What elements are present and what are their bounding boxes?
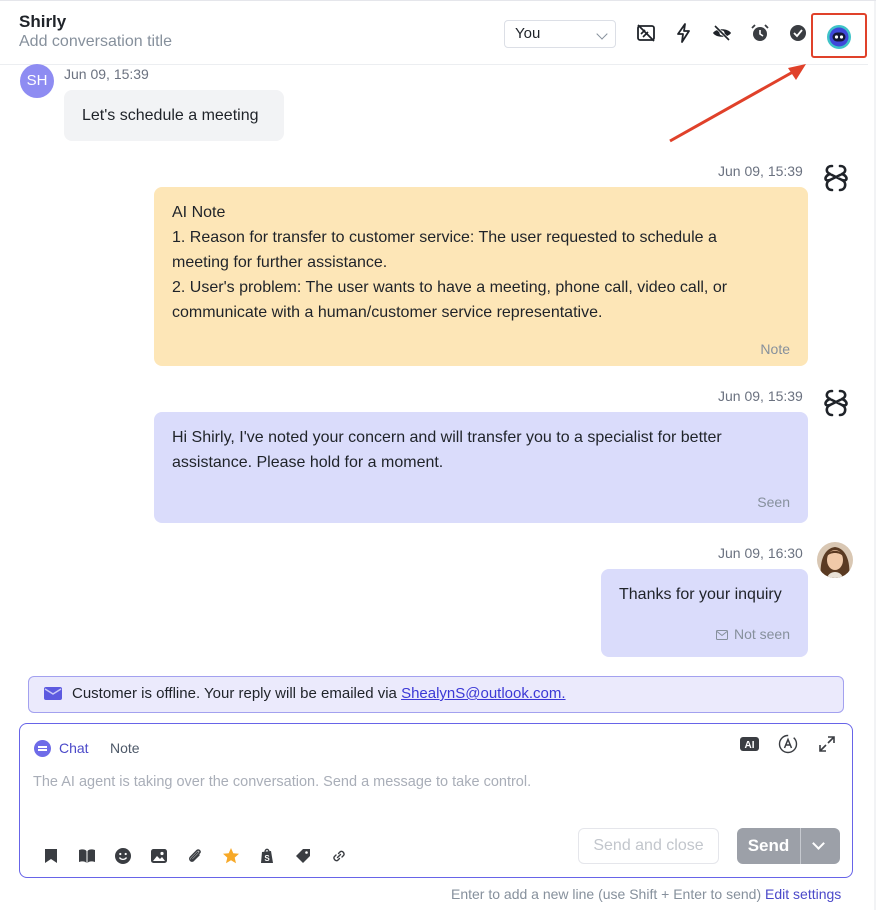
- hint-text: Enter to add a new line (use Shift + Ent…: [451, 886, 766, 902]
- agent-photo-icon: [817, 542, 853, 578]
- mail-icon: [715, 630, 728, 640]
- conversation-title-input[interactable]: Add conversation title: [19, 33, 172, 51]
- auto-translate-icon[interactable]: [778, 734, 798, 754]
- emoji-icon[interactable]: [114, 847, 132, 865]
- attachment-icon[interactable]: [186, 847, 204, 865]
- brand-logo-icon: [824, 389, 848, 417]
- saved-reply-icon[interactable]: [42, 847, 60, 865]
- shopify-icon[interactable]: S: [258, 847, 276, 865]
- message-text: Thanks for your inquiry: [619, 586, 782, 603]
- send-button[interactable]: Send: [737, 828, 800, 864]
- message-text: Let's schedule a meeting: [82, 107, 259, 124]
- tag-icon[interactable]: [294, 847, 312, 865]
- banner-text: Customer is offline. Your reply will be …: [72, 685, 402, 702]
- message-timestamp: Jun 09, 15:39: [64, 66, 149, 82]
- note-line: 1. Reason for transfer to customer servi…: [172, 229, 717, 246]
- chevron-down-icon: [596, 28, 608, 40]
- ai-badge-text: AI: [745, 740, 755, 751]
- image-icon[interactable]: [150, 847, 168, 865]
- keyboard-hint: Enter to add a new line (use Shift + Ent…: [451, 886, 841, 902]
- assignee-select[interactable]: You: [504, 20, 616, 48]
- ai-agent-toggle[interactable]: [811, 13, 867, 58]
- star-icon[interactable]: [222, 847, 240, 865]
- link-icon[interactable]: [330, 847, 348, 865]
- read-status: Seen: [757, 494, 790, 510]
- offline-banner: Customer is offline. Your reply will be …: [28, 676, 844, 713]
- brand-logo-icon: [824, 164, 848, 192]
- send-button-group: Send: [737, 828, 840, 864]
- send-options-chevron-icon[interactable]: [812, 837, 825, 850]
- ai-assist-icon[interactable]: AI: [740, 736, 760, 752]
- ai-bot-icon: [827, 25, 851, 49]
- note-tag: Note: [760, 341, 790, 357]
- chat-icon: [34, 740, 51, 757]
- send-and-close-button[interactable]: Send and close: [578, 828, 719, 864]
- assignee-value: You: [515, 25, 541, 42]
- note-line: communicate with a human/customer servic…: [172, 304, 603, 321]
- read-status: Not seen: [733, 626, 790, 642]
- note-line: meeting for further assistance.: [172, 254, 388, 271]
- alarm-clock-icon[interactable]: [749, 22, 771, 44]
- message-text: assistance. Please hold for a moment.: [172, 454, 444, 471]
- note-title: AI Note: [172, 204, 226, 221]
- tab-note[interactable]: Note: [110, 740, 140, 756]
- video-off-icon[interactable]: [635, 22, 657, 44]
- envelope-icon: [44, 687, 62, 700]
- annotation-arrow: [669, 64, 806, 143]
- message-text: Hi Shirly, I've noted your concern and w…: [172, 429, 722, 446]
- conversation-panel: Shirly Add conversation title You SH Jun…: [0, 0, 876, 910]
- message-timestamp: Jun 09, 15:39: [718, 163, 803, 179]
- lightning-icon[interactable]: [673, 22, 695, 44]
- customer-email-link[interactable]: ShealynS@outlook.com.: [401, 685, 565, 702]
- check-circle-icon[interactable]: [787, 22, 809, 44]
- svg-text:S: S: [264, 854, 270, 863]
- message-timestamp: Jun 09, 15:39: [718, 388, 803, 404]
- agent-message: Thanks for your inquiry Not seen: [601, 569, 808, 657]
- read-status-row: Not seen: [715, 622, 790, 647]
- tab-chat-label: Chat: [59, 740, 89, 756]
- agent-message: Hi Shirly, I've noted your concern and w…: [154, 412, 808, 523]
- eye-off-icon[interactable]: [711, 22, 733, 44]
- message-timestamp: Jun 09, 16:30: [718, 545, 803, 561]
- note-line: 2. User's problem: The user wants to hav…: [172, 279, 728, 296]
- message-input[interactable]: The AI agent is taking over the conversa…: [33, 774, 531, 790]
- expand-icon[interactable]: [819, 736, 835, 752]
- message-composer: Chat Note AI The AI agent is taking over…: [19, 723, 853, 878]
- tab-chat[interactable]: Chat: [34, 740, 89, 757]
- contact-name: Shirly: [19, 12, 67, 31]
- edit-settings-link[interactable]: Edit settings: [765, 886, 841, 902]
- knowledge-base-icon[interactable]: [78, 847, 96, 865]
- agent-avatar: [817, 542, 853, 578]
- customer-avatar: SH: [20, 64, 54, 98]
- send-divider: [800, 828, 801, 864]
- customer-message: Let's schedule a meeting: [64, 90, 284, 141]
- ai-note-message: AI Note 1. Reason for transfer to custom…: [154, 187, 808, 366]
